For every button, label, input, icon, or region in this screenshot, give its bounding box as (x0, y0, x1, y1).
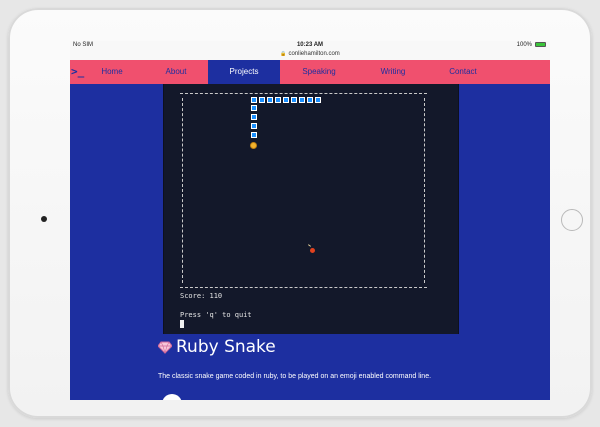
snake-segment (251, 123, 257, 129)
nav-item-contact[interactable]: Contact (432, 60, 494, 84)
url-text: conliehamilton.com (288, 51, 340, 57)
nav-item-speaking[interactable]: Speaking (284, 60, 354, 84)
site-nav: >_ Home About Projects Speaking Writing … (70, 60, 550, 84)
camera (41, 216, 47, 222)
status-bar: No SIM 10:23 AM 100% (70, 41, 550, 51)
avatar (162, 394, 182, 400)
gem-icon (158, 341, 172, 354)
nav-item-projects[interactable]: Projects (208, 60, 280, 84)
nav-item-home[interactable]: Home (84, 60, 140, 84)
project-description: The classic snake game coded in ruby, to… (158, 373, 432, 380)
emoji-face-icon (250, 142, 257, 149)
screen: No SIM 10:23 AM 100% 🔒 conliehamilton.com… (70, 41, 550, 400)
snake-segment (267, 97, 273, 103)
snake-segment (291, 97, 297, 103)
snake-segment (251, 105, 257, 111)
project-title: Ruby Snake (176, 337, 276, 357)
snake-segment (251, 114, 257, 120)
lock-icon: 🔒 (280, 51, 287, 57)
board-right-border (424, 98, 425, 283)
home-button[interactable] (561, 209, 583, 231)
battery-percent: 100% (516, 42, 532, 48)
nav-item-writing[interactable]: Writing (362, 60, 424, 84)
snake-segment (259, 97, 265, 103)
game-terminal: Score: 110 Press 'q' to quit (163, 84, 459, 334)
terminal-cursor (180, 320, 184, 328)
snake-segment (251, 97, 257, 103)
nav-item-about[interactable]: About (148, 60, 204, 84)
game-board (180, 93, 427, 288)
site-logo[interactable]: >_ (71, 65, 84, 78)
snake-segment (251, 132, 257, 138)
snake-segment (307, 97, 313, 103)
snake-segment (275, 97, 281, 103)
snake-segment (299, 97, 305, 103)
score-text: Score: 110 (180, 292, 223, 300)
board-left-border (182, 98, 183, 283)
tablet-frame: No SIM 10:23 AM 100% 🔒 conliehamilton.com… (8, 8, 592, 418)
snake-segment (283, 97, 289, 103)
status-time: 10:23 AM (296, 42, 324, 48)
battery-icon (535, 42, 546, 47)
quit-hint: Press 'q' to quit (180, 311, 252, 319)
snake-segment (315, 97, 321, 103)
